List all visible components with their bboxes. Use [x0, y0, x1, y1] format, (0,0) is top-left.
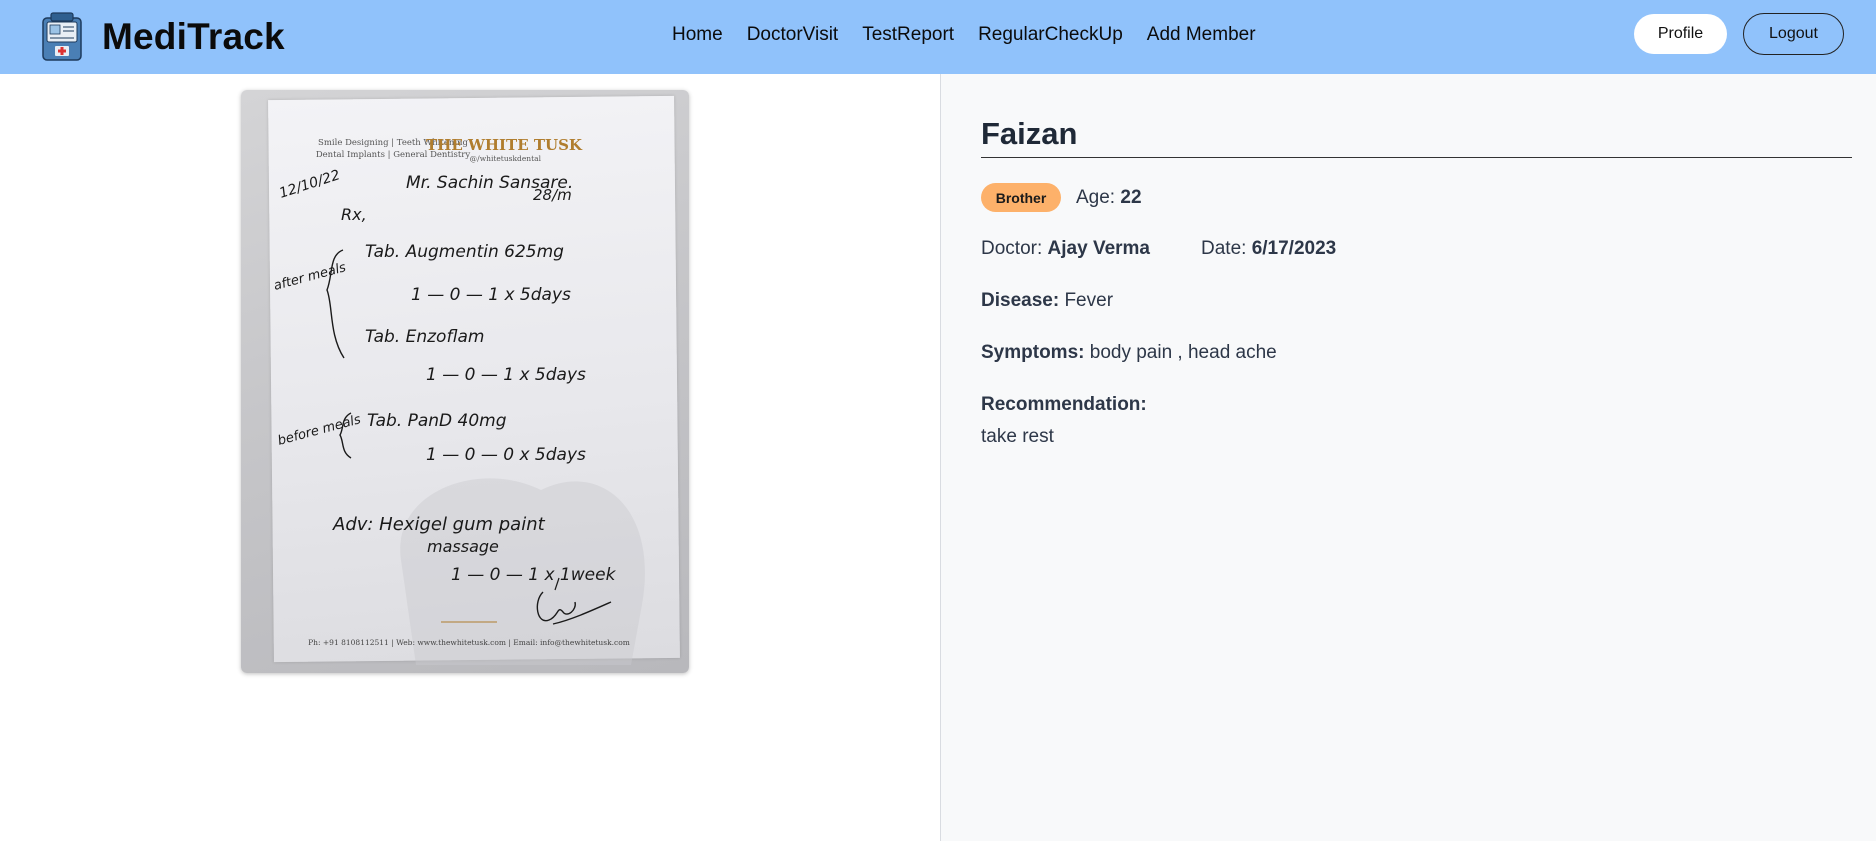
symptoms-label: Symptoms: [981, 342, 1090, 363]
visit-details-panel: Faizan Brother Age: 22 Doctor: Ajay Verm… [941, 74, 1876, 841]
nav-home-link[interactable]: Home [672, 24, 723, 46]
rx-line-3-dose: 1 — 0 — 0 x 5days [426, 445, 586, 465]
recommendation-value: take rest [981, 426, 1054, 447]
age-value: 22 [1120, 187, 1142, 208]
member-name: Faizan [981, 116, 1078, 151]
symptoms-row: Symptoms: body pain , head ache [981, 342, 1277, 364]
nav-add-member-link[interactable]: Add Member [1147, 24, 1256, 46]
rx-advice: Adv: Hexigel gum paint [332, 514, 546, 535]
doctor-label: Doctor: [981, 238, 1048, 259]
recommendation-label: Recommendation: [981, 394, 1147, 415]
disease-label: Disease: [981, 290, 1065, 311]
top-navbar: MediTrack Home DoctorVisit TestReport Re… [0, 0, 1876, 74]
prescription-patient-age: 28/m [533, 186, 572, 204]
rx-line-1: Tab. Augmentin 625mg [365, 242, 564, 262]
rx-advice-2: massage [427, 537, 499, 556]
nav-regular-checkup-link[interactable]: RegularCheckUp [978, 24, 1123, 46]
after-meals-note: after meals [272, 260, 348, 294]
disease-value: Fever [1064, 290, 1114, 311]
rx-line-3: Tab. PanD 40mg [367, 411, 507, 431]
brand[interactable]: MediTrack [40, 9, 285, 65]
logout-button[interactable]: Logout [1743, 13, 1844, 55]
recommendation-label-row: Recommendation: [981, 394, 1147, 416]
clinic-handle: @/whitetuskdental [470, 154, 542, 163]
clinic-footer: Ph: +91 8108112511 | Web: www.thewhitetu… [308, 638, 630, 647]
app-title: MediTrack [102, 16, 285, 57]
main-nav: Home DoctorVisit TestReport RegularCheck… [672, 0, 1256, 70]
age-row: Age: 22 [1076, 187, 1142, 209]
age-label: Age: [1076, 187, 1121, 208]
date-row: Date: 6/17/2023 [1201, 238, 1336, 260]
disease-row: Disease: Fever [981, 290, 1113, 312]
prescription-image[interactable]: Smile Designing | Teeth Whitening Dental… [241, 90, 689, 673]
doctor-row: Doctor: Ajay Verma [981, 238, 1150, 260]
rx-line-2: Tab. Enzoflam [365, 327, 484, 347]
date-value: 6/17/2023 [1251, 238, 1337, 259]
date-label: Date: [1201, 238, 1252, 259]
prescription-date: 12/10/22 [277, 167, 342, 202]
rx-line-1-dose: 1 — 0 — 1 x 5days [411, 285, 571, 305]
before-meals-note: before meals [276, 412, 362, 449]
nav-test-report-link[interactable]: TestReport [862, 24, 954, 46]
nav-doctor-visit-link[interactable]: DoctorVisit [747, 24, 839, 46]
prescription-rx: Rx, [341, 205, 367, 224]
relation-badge: Brother [981, 183, 1061, 212]
rx-advice-dose: 1 — 0 — 1 x 1week [451, 565, 617, 585]
profile-button[interactable]: Profile [1634, 14, 1727, 54]
rx-line-2-dose: 1 — 0 — 1 x 5days [426, 365, 586, 385]
medical-kit-icon [40, 12, 84, 62]
name-divider [981, 157, 1852, 158]
symptoms-value: body pain , head ache [1089, 342, 1277, 363]
doctor-value: Ajay Verma [1047, 238, 1150, 259]
clinic-name: THE WHITE TUSK [426, 136, 583, 154]
